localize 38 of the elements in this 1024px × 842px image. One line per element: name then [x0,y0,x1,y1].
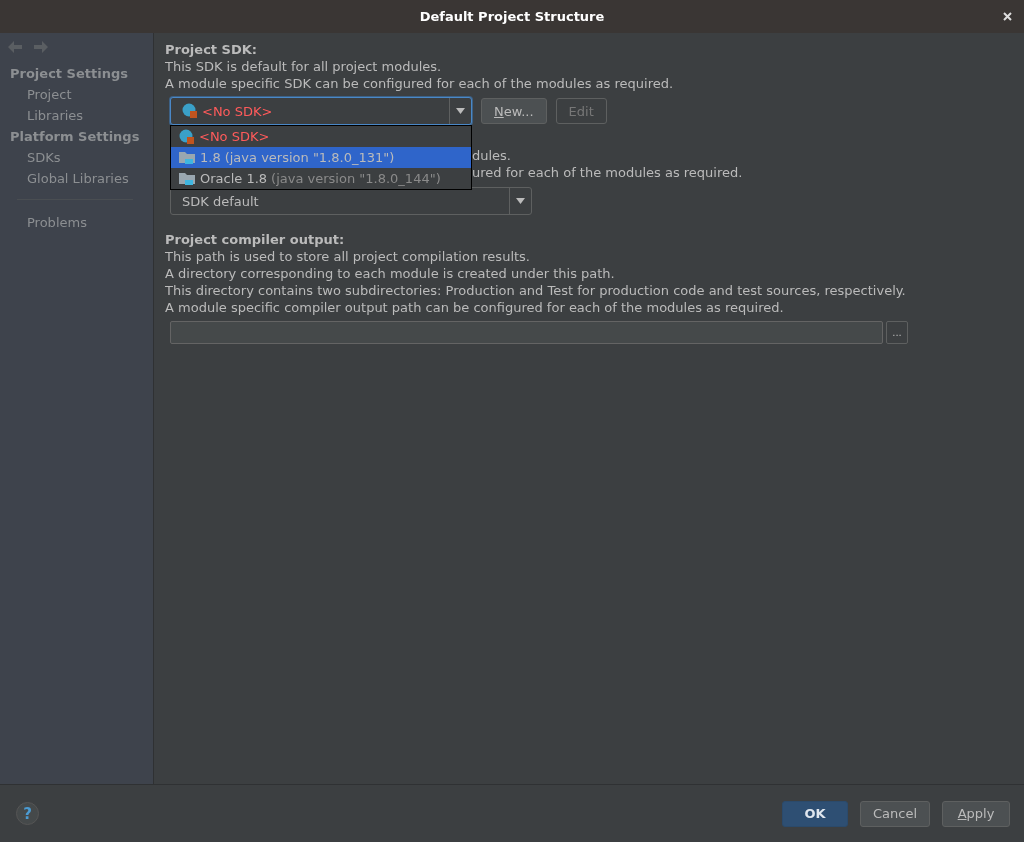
description-text: A module specific SDK can be configured for each of the modules as required. [165,75,675,92]
browse-button[interactable]: ... [886,321,908,344]
output-path-field[interactable] [170,321,883,344]
folder-icon [179,150,196,165]
description-text: A directory corresponding to each module is created under this path. [165,265,616,282]
sidebar-group-title: Platform Settings [9,128,141,146]
ok-button[interactable]: OK [781,800,848,827]
sidebar-group-title: Project Settings [9,65,129,83]
sdk-icon [179,128,195,145]
description-text: This directory contains two subdirectories: Production and Test for production code and test sources, respectively. [165,282,907,299]
cancel-button[interactable]: Cancel [859,800,930,827]
description-text: This SDK is default for all project modules. [165,58,443,75]
close-icon[interactable] [1003,12,1012,21]
sidebar-item[interactable]: Problems [0,212,153,233]
caret-icon [456,108,465,114]
folder-icon [179,171,196,186]
caret-icon [516,198,525,204]
section-heading: Project SDK: [165,41,258,58]
sdk-option[interactable]: 1.8 (java version "1.8.0_131") [171,147,471,168]
window-title: Default Project Structure [419,9,605,24]
help-button[interactable]: ? [16,802,39,825]
forward-arrow-icon[interactable] [34,41,48,53]
section-heading: Project compiler output: [165,231,346,248]
sidebar-item[interactable]: Project [0,84,153,105]
sdk-option[interactable]: Oracle 1.8 (java version "1.8.0_144") [171,168,471,189]
new-button[interactable]: New... [481,98,547,124]
back-arrow-icon[interactable] [8,41,22,53]
sdk-dropdown[interactable]: <No SDK> [170,97,472,125]
description-text: ured for each of the modules as required. [472,164,743,181]
description-text: dules. [472,147,511,164]
description-text: A module specific compiler output path can be configured for each of the modules as required. [165,299,785,316]
sidebar-item[interactable]: Libraries [0,105,153,126]
sdk-icon [182,103,198,119]
sidebar-item[interactable]: SDKs [0,147,153,168]
description-text: This path is used to store all project compilation results. [165,248,531,265]
apply-button[interactable]: Apply [942,800,1010,827]
sidebar-item[interactable]: Global Libraries [0,168,153,189]
sdk-option[interactable]: <No SDK> [171,126,471,147]
